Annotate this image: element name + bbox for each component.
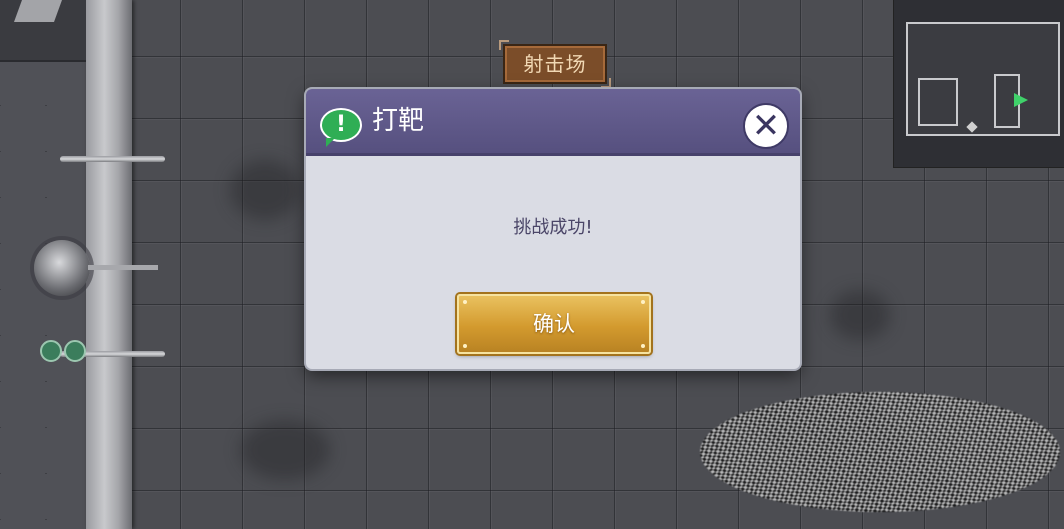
player-character[interactable] (34, 240, 90, 296)
status-badge-icon (64, 340, 86, 362)
location-sign: 射击场 (499, 40, 611, 88)
building-corner (0, 0, 86, 62)
dialog-message: 挑战成功! (513, 217, 593, 238)
tiled-walkway (0, 60, 86, 529)
weapon-barrel (88, 265, 158, 270)
button-rivet (463, 300, 467, 304)
exclamation-speech-icon: ! (320, 108, 362, 147)
dialog-title: 打靶 (372, 106, 425, 136)
close-icon[interactable]: ✕ (743, 103, 789, 149)
confirm-button-label: 确认 (533, 312, 575, 336)
button-rivet (463, 344, 467, 348)
button-rivet (641, 300, 645, 304)
rail-pipe (60, 156, 165, 162)
status-badge-icon (40, 340, 62, 362)
player-arrow-icon (1014, 93, 1028, 107)
button-rivet (641, 344, 645, 348)
floor-stain (230, 160, 300, 220)
dialog-header: ! 打靶 ✕ (306, 89, 800, 156)
floor-stain (830, 290, 890, 340)
result-dialog: ! 打靶 ✕ 挑战成功! 确认 (306, 89, 800, 369)
confirm-button[interactable]: 确认 (457, 294, 651, 354)
floor-stain (240, 420, 330, 480)
minimap[interactable] (893, 0, 1064, 168)
static-noise-area (700, 392, 1060, 512)
debris-icon (13, 0, 63, 22)
minimap-room (918, 78, 958, 126)
